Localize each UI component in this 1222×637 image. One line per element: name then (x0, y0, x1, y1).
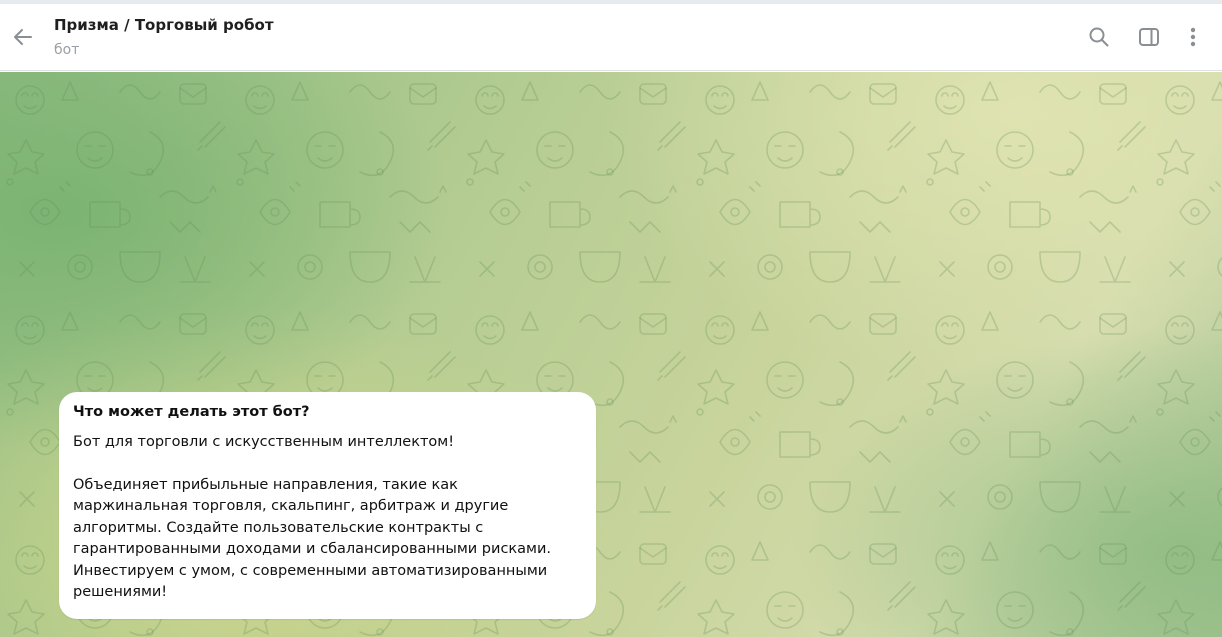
bot-description-heading: Что может делать этот бот? (73, 404, 310, 420)
more-vertical-icon (1190, 27, 1196, 47)
search-button[interactable] (1084, 22, 1114, 52)
back-arrow-icon (14, 29, 32, 45)
bot-description-body: Объединяет прибыльные направления, такие… (73, 476, 552, 601)
sidebar-toggle-button[interactable] (1134, 22, 1164, 52)
search-icon (1089, 27, 1109, 47)
chat-subtitle: бот (54, 42, 80, 58)
back-button[interactable] (6, 20, 40, 54)
sidebar-toggle-icon (1139, 28, 1159, 46)
bot-description-intro: Бот для торговли с искусственным интелле… (73, 434, 455, 450)
more-options-button[interactable] (1178, 22, 1208, 52)
chat-header: Призма / Торговый робот бот (0, 4, 1222, 71)
bot-description-bubble: Что может делать этот бот? Бот для торго… (59, 392, 596, 619)
chat-title[interactable]: Призма / Торговый робот (54, 16, 274, 34)
chat-wallpaper: Что может делать этот бот? Бот для торго… (0, 72, 1222, 637)
